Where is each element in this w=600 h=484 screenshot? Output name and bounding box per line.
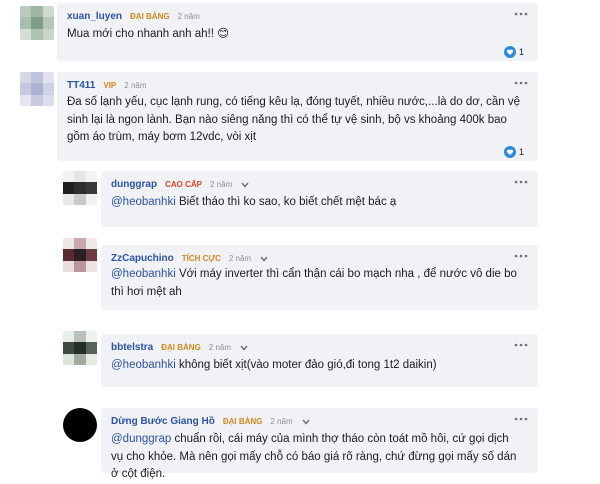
reply-card: Dừng Bước Giang Hồ ĐẠI BÀNG 2 năm @dungg… [101,408,538,480]
more-dots-icon[interactable] [514,11,528,17]
user-rank-badge: ĐẠI BÀNG [222,417,263,426]
comment-text: Đa số lạnh yếu, cục lạnh rung, có tiếng … [67,96,521,143]
timestamp[interactable]: 2 năm [178,12,200,21]
comment-meta: dunggrap CAO CẤP 2 năm [111,179,250,190]
username[interactable]: Dừng Bước Giang Hồ [111,416,215,427]
more-dots-icon[interactable] [514,342,528,348]
user-mention-link[interactable]: @heobanhki [111,196,176,208]
comment-meta: xuan_luyen ĐẠI BÀNG 2 năm [67,11,200,22]
chevron-down-icon[interactable] [240,181,250,189]
reaction-counter[interactable]: 1 [503,46,524,58]
comment-meta: ZzCapuchino TÍCH CỰC 2 năm [111,253,269,264]
user-rank-badge: ĐẠI BÀNG [161,343,201,352]
user-rank-badge: TÍCH CỰC [181,254,221,263]
username[interactable]: bbtelstra [111,342,153,353]
timestamp[interactable]: 2 năm [210,180,232,189]
username[interactable]: dunggrap [111,179,157,190]
comment-meta: Dừng Bước Giang Hồ ĐẠI BÀNG 2 năm [111,416,311,427]
reply-text: chuẩn rồi, cái máy của mình thợ tháo còn… [111,433,517,480]
comment-text: @heobanhki Với máy inverter thì cẩn thận… [111,266,524,301]
more-dots-icon[interactable] [514,80,528,86]
comment-text: @heobanhki Biết tháo thì ko sao, ko biết… [111,194,524,212]
timestamp[interactable]: 2 năm [270,417,292,426]
timestamp[interactable]: 2 năm [209,343,231,352]
reply-card: bbtelstra ĐẠI BÀNG 2 năm @heobanhki khôn… [101,334,538,387]
more-dots-icon[interactable] [514,416,528,422]
avatar[interactable] [63,408,97,442]
comment-card: TT411 VIP 2 năm Đa số lạnh yếu, cục lạnh… [57,72,538,161]
chevron-down-icon[interactable] [301,418,311,426]
comment-meta: TT411 VIP 2 năm [67,80,147,91]
chevron-down-icon[interactable] [239,344,249,352]
comment-card: xuan_luyen ĐẠI BÀNG 2 năm Mua mới cho nh… [57,3,538,61]
user-mention-link[interactable]: @heobanhki [111,359,176,371]
username[interactable]: ZzCapuchino [111,253,174,264]
user-mention-link[interactable]: @heobanhki [111,268,176,280]
reaction-count: 1 [518,47,524,57]
user-mention-link[interactable]: @dunggrap [111,433,171,445]
heart-icon [503,46,516,58]
avatar[interactable] [63,331,97,365]
avatar[interactable] [63,171,97,205]
comment-text: @dunggrap chuẩn rồi, cái máy của mình th… [111,431,524,484]
comment-text: Mua mới cho nhanh anh ah!! 😊 [67,28,230,40]
username[interactable]: TT411 [67,80,95,91]
chevron-down-icon[interactable] [259,255,269,263]
reaction-counter[interactable]: 1 [503,146,524,158]
user-rank-badge: VIP [103,81,117,90]
reply-text: không biết xịt(vào moter đảo gió,đi tong… [175,359,437,371]
comment-text: @heobanhki không biết xịt(vào moter đảo … [111,357,524,375]
more-dots-icon[interactable] [514,253,528,259]
reply-card: ZzCapuchino TÍCH CỰC 2 năm @heobanhki Vớ… [101,245,538,310]
heart-icon [503,146,516,158]
reply-text: Biết tháo thì ko sao, ko biết chết mệt b… [175,196,397,208]
more-dots-icon[interactable] [514,179,528,185]
user-rank-badge: CAO CẤP [165,180,202,189]
avatar[interactable] [20,72,54,106]
timestamp[interactable]: 2 năm [229,254,251,263]
reaction-count: 1 [518,147,524,157]
reply-card: dunggrap CAO CẤP 2 năm @heobanhki Biết t… [101,171,538,227]
comment-meta: bbtelstra ĐẠI BÀNG 2 năm [111,342,249,353]
avatar[interactable] [20,6,54,40]
user-rank-badge: ĐẠI BÀNG [130,12,170,21]
avatar[interactable] [63,238,97,272]
timestamp[interactable]: 2 năm [124,81,146,90]
username[interactable]: xuan_luyen [67,11,122,22]
